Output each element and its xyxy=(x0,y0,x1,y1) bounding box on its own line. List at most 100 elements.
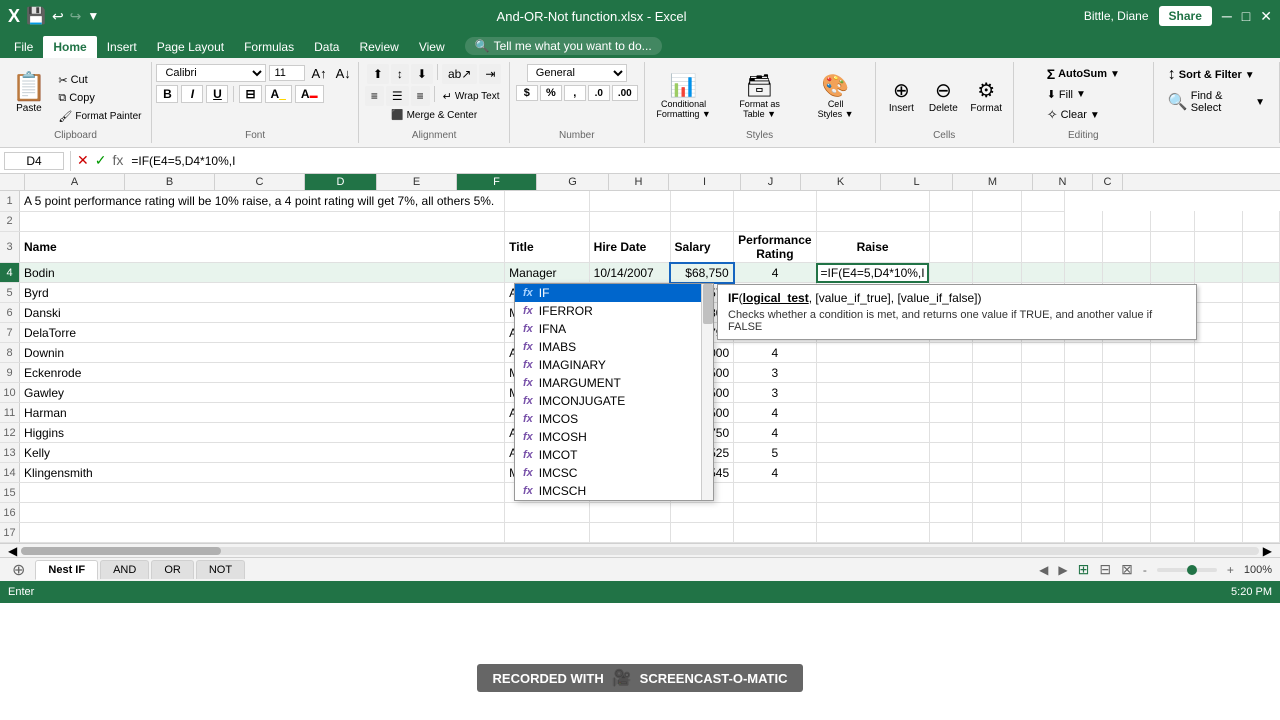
cell-a13[interactable]: Kelly xyxy=(20,443,505,463)
zoom-thumb[interactable] xyxy=(1187,565,1197,575)
cell-e11[interactable]: 4 xyxy=(734,403,816,423)
cell-a2[interactable] xyxy=(20,211,505,231)
autocomplete-item-imabs[interactable]: fx IMABS xyxy=(515,338,713,356)
cell-k15[interactable] xyxy=(1102,483,1150,503)
cell-styles-button[interactable]: 🎨 CellStyles ▼ xyxy=(801,69,871,123)
insert-button[interactable]: ⊕ Insert xyxy=(881,75,921,117)
cell-l10[interactable] xyxy=(1150,383,1194,403)
cell-k16[interactable] xyxy=(1102,503,1150,523)
cell-j9[interactable] xyxy=(1065,363,1102,383)
tell-me-input[interactable]: 🔍 Tell me what you want to do... xyxy=(465,37,662,55)
cell-m8[interactable] xyxy=(1194,343,1242,363)
cell-i11[interactable] xyxy=(1021,403,1065,423)
cell-e3[interactable]: Performance Rating xyxy=(734,231,816,263)
cell-m14[interactable] xyxy=(1194,463,1242,483)
cell-f15[interactable] xyxy=(816,483,929,503)
col-header-f[interactable]: F xyxy=(457,174,537,190)
cell-i12[interactable] xyxy=(1021,423,1065,443)
cell-k3[interactable] xyxy=(1102,231,1150,263)
cell-f2[interactable] xyxy=(816,211,929,231)
cell-g3[interactable] xyxy=(929,231,973,263)
scroll-left-icon[interactable]: ◀ xyxy=(4,544,21,558)
cell-n9[interactable] xyxy=(1242,363,1279,383)
cell-m10[interactable] xyxy=(1194,383,1242,403)
align-left-button[interactable]: ≡ xyxy=(365,86,384,106)
cell-g12[interactable] xyxy=(929,423,973,443)
ribbon-tab-data[interactable]: Data xyxy=(304,36,349,58)
cell-g8[interactable] xyxy=(929,343,973,363)
cell-l15[interactable] xyxy=(1150,483,1194,503)
cell-m15[interactable] xyxy=(1194,483,1242,503)
format-as-table-button[interactable]: 🗃 Format asTable ▼ xyxy=(725,69,795,123)
comma-button[interactable]: , xyxy=(564,85,586,101)
cell-n17[interactable] xyxy=(1242,523,1279,543)
cell-g16[interactable] xyxy=(929,503,973,523)
cell-m4[interactable] xyxy=(1194,263,1242,283)
cell-l9[interactable] xyxy=(1150,363,1194,383)
minimize-icon[interactable]: ─ xyxy=(1222,8,1232,24)
cut-button[interactable]: ✂ Cut xyxy=(54,72,145,89)
cell-i10[interactable] xyxy=(1021,383,1065,403)
cell-k13[interactable] xyxy=(1102,443,1150,463)
row-number-2[interactable]: 2 xyxy=(0,211,20,231)
cell-m1[interactable] xyxy=(973,191,1021,211)
cell-k8[interactable] xyxy=(1102,343,1150,363)
cell-h15[interactable] xyxy=(973,483,1021,503)
cell-l17[interactable] xyxy=(1150,523,1194,543)
cell-n4[interactable] xyxy=(1242,263,1279,283)
bold-button[interactable]: B xyxy=(156,85,178,103)
cell-j8[interactable] xyxy=(1065,343,1102,363)
cell-j17[interactable] xyxy=(1065,523,1102,543)
cell-d4[interactable]: $68,750 xyxy=(670,263,734,283)
col-header-g[interactable]: G xyxy=(537,174,609,190)
cell-i15[interactable] xyxy=(1021,483,1065,503)
cell-d2[interactable] xyxy=(670,211,734,231)
sort-dropdown-icon[interactable]: ▼ xyxy=(1245,70,1255,81)
cell-i14[interactable] xyxy=(1021,463,1065,483)
cell-a9[interactable]: Eckenrode xyxy=(20,363,505,383)
cell-n6[interactable] xyxy=(1242,303,1279,323)
cell-k17[interactable] xyxy=(1102,523,1150,543)
col-header-c2[interactable]: C xyxy=(1093,174,1123,190)
autocomplete-scrollbar[interactable] xyxy=(701,284,713,500)
cell-a4[interactable]: Bodin xyxy=(20,263,505,283)
cell-h9[interactable] xyxy=(973,363,1021,383)
cell-h8[interactable] xyxy=(973,343,1021,363)
cell-f11[interactable] xyxy=(816,403,929,423)
autocomplete-item-imaginary[interactable]: fx IMAGINARY xyxy=(515,356,713,374)
col-header-h[interactable]: H xyxy=(609,174,669,190)
cell-m11[interactable] xyxy=(1194,403,1242,423)
cell-k2[interactable] xyxy=(1102,211,1150,231)
cell-b4[interactable]: Manager xyxy=(505,263,590,283)
cell-a10[interactable]: Gawley xyxy=(20,383,505,403)
autosum-dropdown-icon[interactable]: ▼ xyxy=(1110,69,1120,80)
cell-g17[interactable] xyxy=(929,523,973,543)
autocomplete-item-imcos[interactable]: fx IMCOS xyxy=(515,410,713,428)
cell-d17[interactable] xyxy=(670,523,734,543)
cell-e17[interactable] xyxy=(734,523,816,543)
cell-h4[interactable] xyxy=(973,263,1021,283)
formula-input[interactable] xyxy=(127,154,1276,168)
col-header-k[interactable]: K xyxy=(801,174,881,190)
cell-h13[interactable] xyxy=(973,443,1021,463)
cell-f13[interactable] xyxy=(816,443,929,463)
cell-l16[interactable] xyxy=(1150,503,1194,523)
cell-m6[interactable] xyxy=(1194,303,1242,323)
cell-m17[interactable] xyxy=(1194,523,1242,543)
cell-i8[interactable] xyxy=(1021,343,1065,363)
ribbon-tab-formulas[interactable]: Formulas xyxy=(234,36,304,58)
font-color-button[interactable]: A▬ xyxy=(295,85,324,103)
sheet-tab-nestif[interactable]: Nest IF xyxy=(35,560,98,580)
cell-h17[interactable] xyxy=(973,523,1021,543)
normal-view-button[interactable]: ⊞ xyxy=(1074,561,1094,578)
cell-a8[interactable]: Downin xyxy=(20,343,505,363)
cell-k9[interactable] xyxy=(1102,363,1150,383)
cell-a3[interactable]: Name xyxy=(20,231,505,263)
cell-a14[interactable]: Klingensmith xyxy=(20,463,505,483)
cell-g2[interactable] xyxy=(929,211,973,231)
cell-h10[interactable] xyxy=(973,383,1021,403)
autocomplete-item-imcsc[interactable]: fx IMCSC xyxy=(515,464,713,482)
orientation-button[interactable]: ab↗ xyxy=(442,64,477,84)
cell-l12[interactable] xyxy=(1150,423,1194,443)
cell-g1[interactable] xyxy=(505,191,590,211)
